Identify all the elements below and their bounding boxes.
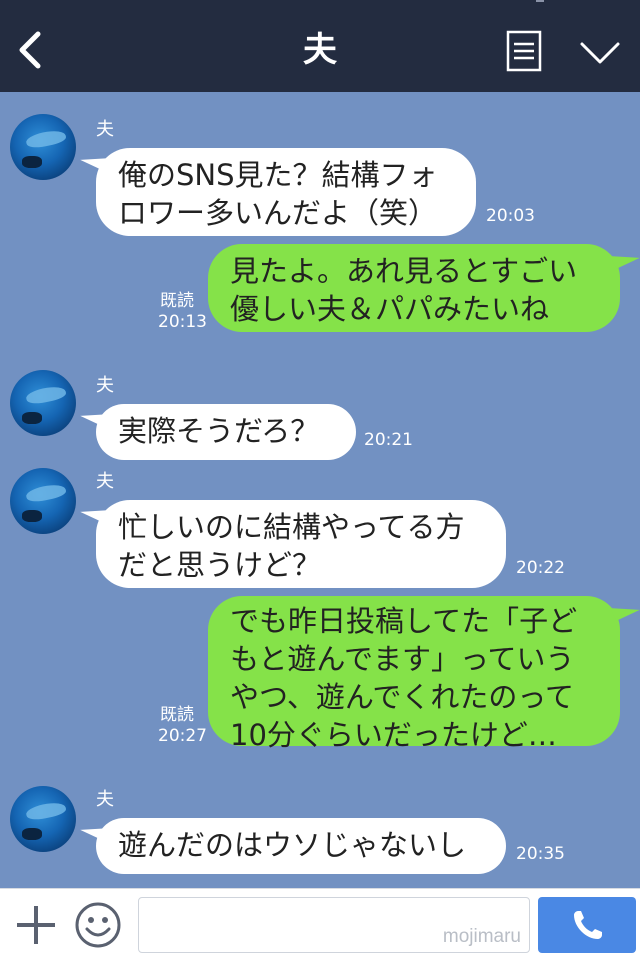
message-time: 20:21 (364, 430, 413, 450)
message-time: 20:27 (158, 726, 207, 746)
message-bubble-outgoing[interactable]: 見たよ。あれ見るとすごい 優しい夫＆パパみたいね (208, 244, 620, 332)
smiley-icon (75, 902, 121, 948)
more-options-button[interactable] (578, 34, 622, 70)
plus-icon (17, 906, 55, 944)
avatar[interactable] (10, 370, 76, 436)
phone-icon (574, 911, 602, 939)
back-button[interactable] (10, 28, 50, 72)
sender-name: 夫 (96, 119, 114, 140)
sender-name: 夫 (96, 375, 114, 396)
status-bar-fragment (536, 0, 544, 2)
sender-name: 夫 (96, 789, 114, 810)
note-icon (506, 30, 542, 72)
message-time: 20:22 (516, 558, 565, 578)
message-bubble-incoming[interactable]: 忙しいのに結構やってる方 だと思うけど？ (96, 500, 506, 588)
chevron-down-icon (580, 42, 620, 64)
message-list[interactable]: 夫 俺のSNS見た？結構フォ ロワー多いんだよ（笑） 20:03 既読 20:1… (0, 92, 640, 888)
add-attachment-button[interactable] (14, 903, 58, 947)
sender-name: 夫 (96, 471, 114, 492)
avatar[interactable] (10, 786, 76, 852)
bubble-tail (610, 245, 640, 269)
message-time: 20:35 (516, 844, 565, 864)
message-bubble-incoming[interactable]: 遊んだのはウソじゃないし (96, 818, 506, 874)
bubble-tail (610, 597, 640, 621)
message-bubble-outgoing[interactable]: でも昨日投稿してた「子ど もと遊んでます」っていう やつ、遊んでくれたのって 1… (208, 596, 620, 752)
message-time: 20:13 (158, 312, 207, 332)
chat-header: 夫 (0, 0, 640, 92)
call-button[interactable] (538, 897, 636, 953)
message-input[interactable]: mojimaru (138, 897, 530, 953)
message-input-bar: mojimaru (0, 888, 640, 960)
avatar[interactable] (10, 468, 76, 534)
read-receipt: 既読 (160, 291, 194, 311)
watermark-text: mojimaru (442, 926, 521, 947)
notes-button[interactable] (506, 30, 542, 72)
message-bubble-incoming[interactable]: 俺のSNS見た？結構フォ ロワー多いんだよ（笑） (96, 148, 476, 236)
chat-title: 夫 (303, 30, 337, 70)
emoji-button[interactable] (74, 901, 122, 949)
avatar[interactable] (10, 114, 76, 180)
chevron-left-icon (19, 31, 41, 69)
read-receipt: 既読 (160, 705, 194, 725)
message-time: 20:03 (486, 206, 535, 226)
message-bubble-incoming[interactable]: 実際そうだろ？ (96, 404, 356, 460)
